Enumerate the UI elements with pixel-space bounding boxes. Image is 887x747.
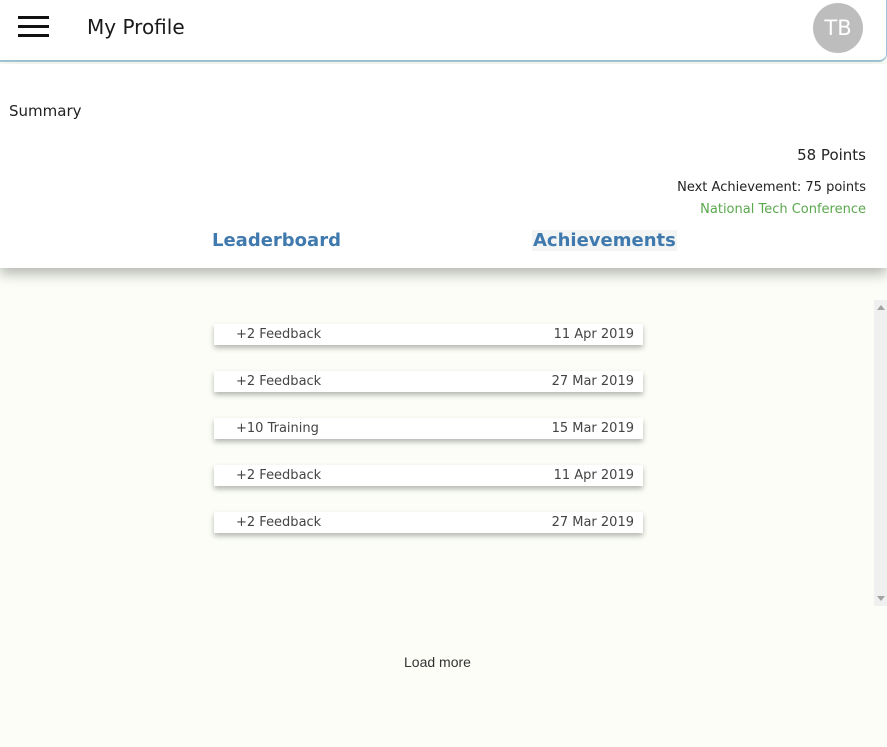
activity-list-area: +2 Feedback 11 Apr 2019 +2 Feedback 27 M… — [0, 268, 887, 747]
top-app-bar: My Profile TB — [0, 0, 887, 62]
avatar[interactable]: TB — [813, 3, 863, 53]
activity-description: +2 Feedback — [236, 515, 322, 530]
scroll-up-arrow-icon[interactable] — [877, 305, 885, 310]
activity-date: 27 Mar 2019 — [551, 515, 634, 530]
list-item[interactable]: +2 Feedback 27 Mar 2019 — [214, 512, 643, 533]
summary-panel: Summary 58 Points Next Achievement: 75 p… — [0, 64, 887, 268]
activity-description: +10 Training — [236, 421, 319, 436]
activity-date: 11 Apr 2019 — [553, 327, 634, 342]
next-achievement-text: Next Achievement: 75 points — [677, 180, 866, 195]
tab-achievements[interactable]: Achievements — [532, 230, 677, 251]
activity-date: 11 Apr 2019 — [553, 468, 634, 483]
activity-description: +2 Feedback — [236, 374, 322, 389]
page-title: My Profile — [87, 15, 185, 39]
activity-date: 27 Mar 2019 — [551, 374, 634, 389]
tab-leaderboard[interactable]: Leaderboard — [212, 230, 341, 251]
hamburger-menu-icon[interactable] — [18, 16, 49, 38]
list-item[interactable]: +2 Feedback 11 Apr 2019 — [214, 465, 643, 486]
activity-date: 15 Mar 2019 — [551, 421, 634, 436]
list-item[interactable]: +2 Feedback 11 Apr 2019 — [214, 324, 643, 345]
activity-description: +2 Feedback — [236, 327, 322, 342]
list-item[interactable]: +10 Training 15 Mar 2019 — [214, 418, 643, 439]
summary-label: Summary — [9, 102, 82, 120]
activity-list: +2 Feedback 11 Apr 2019 +2 Feedback 27 M… — [214, 324, 643, 559]
scroll-down-arrow-icon[interactable] — [877, 596, 885, 601]
scrollbar[interactable] — [874, 300, 887, 606]
list-item[interactable]: +2 Feedback 27 Mar 2019 — [214, 371, 643, 392]
points-total: 58 Points — [797, 146, 866, 164]
activity-description: +2 Feedback — [236, 468, 322, 483]
load-more-button[interactable]: Load more — [404, 654, 471, 670]
next-achievement-name: National Tech Conference — [700, 202, 866, 217]
